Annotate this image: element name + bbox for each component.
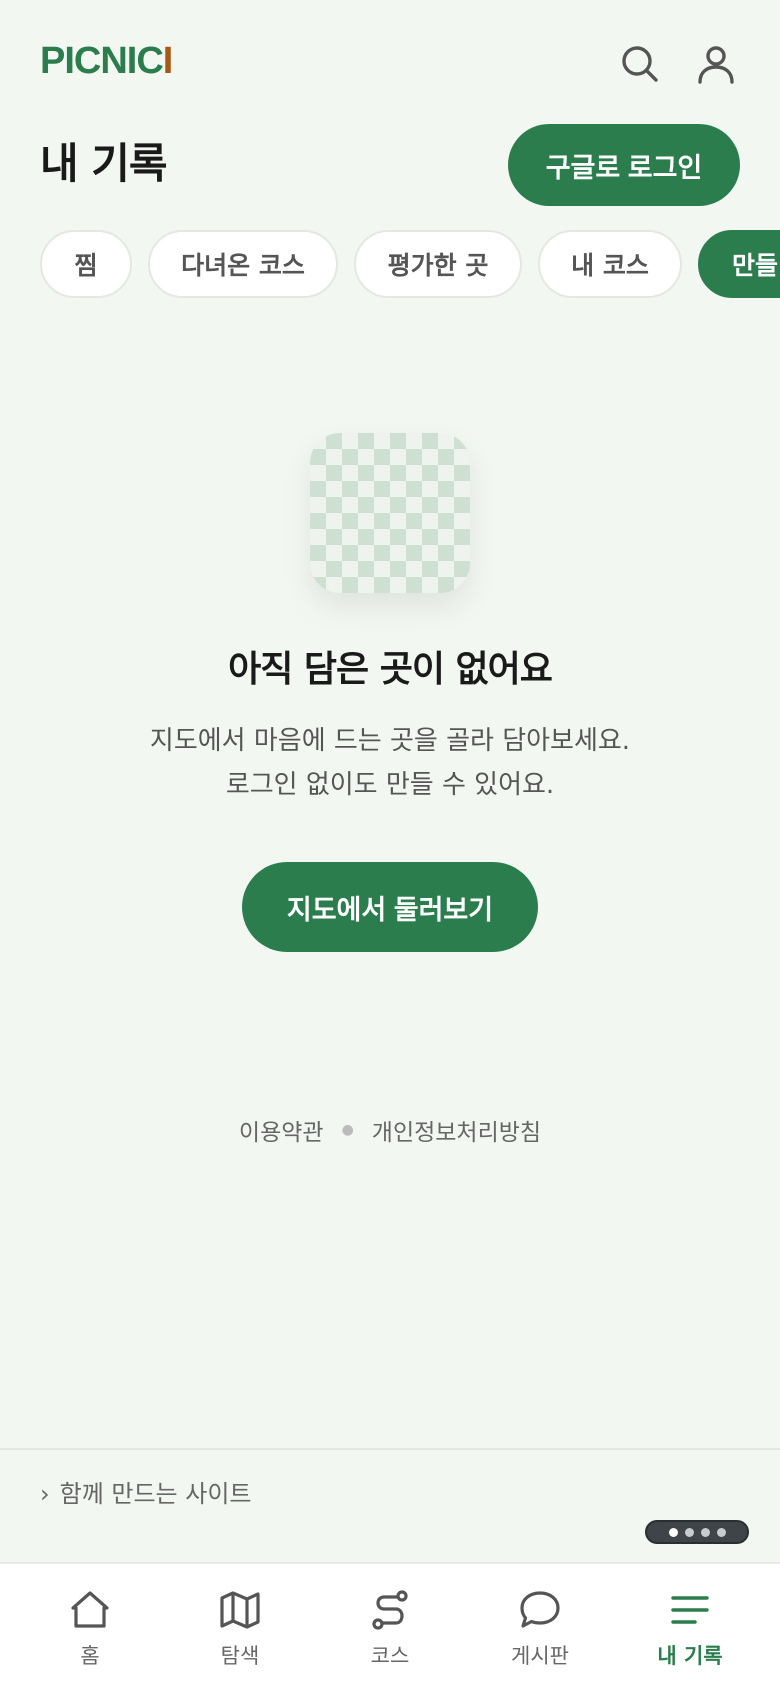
title-row: 내 기록 구글로 로그인 xyxy=(0,120,780,220)
app-logo[interactable]: PICNICI xyxy=(40,40,174,83)
route-icon xyxy=(372,1590,408,1630)
empty-placeholder-image xyxy=(310,433,470,593)
tab-my-courses[interactable]: 내 코스 xyxy=(538,230,682,298)
nav-course[interactable]: 코스 xyxy=(312,1564,468,1688)
page-indicator[interactable] xyxy=(645,1520,749,1544)
nav-board[interactable]: 게시판 xyxy=(462,1564,618,1688)
nav-home[interactable]: 홈 xyxy=(12,1564,168,1688)
tab-saved[interactable]: 찜 xyxy=(40,230,132,298)
chat-icon xyxy=(520,1591,560,1628)
bottom-navigation: 홈 탐색 코스 게시판 내 기록 xyxy=(0,1562,780,1688)
app-header: PICNICI xyxy=(0,0,780,120)
nav-label: 홈 xyxy=(80,1644,100,1668)
footer-links: 이용약관 ● 개인정보처리방침 xyxy=(0,1110,780,1150)
empty-state-description-1: 지도에서 마음에 드는 곳을 골라 담아보세요. xyxy=(149,726,631,756)
nav-label: 코스 xyxy=(370,1644,410,1668)
page-dot xyxy=(716,1527,726,1537)
profile-button[interactable] xyxy=(692,40,740,88)
tab-rated-places[interactable]: 평가한 곳 xyxy=(354,230,522,298)
tab-make[interactable]: 만들 xyxy=(698,230,780,298)
section-divider xyxy=(0,1448,780,1450)
link-separator: ● xyxy=(341,1122,354,1138)
page-dot xyxy=(668,1527,678,1537)
menu-icon xyxy=(671,1596,709,1624)
together-site-label: 함께 만드는 사이트 xyxy=(59,1480,252,1508)
nav-label: 게시판 xyxy=(511,1644,569,1668)
map-icon xyxy=(220,1591,260,1629)
explore-map-button[interactable]: 지도에서 둘러보기 xyxy=(242,862,538,952)
chevron-right-icon: › xyxy=(40,1480,50,1508)
page-dot xyxy=(700,1527,710,1537)
nav-explore[interactable]: 탐색 xyxy=(162,1564,318,1688)
search-button[interactable] xyxy=(616,40,664,88)
search-icon xyxy=(622,46,658,82)
tab-visited-courses[interactable]: 다녀온 코스 xyxy=(148,230,338,298)
user-icon xyxy=(698,46,734,84)
together-site-link[interactable]: › 함께 만드는 사이트 xyxy=(40,1474,252,1509)
privacy-link[interactable]: 개인정보처리방침 xyxy=(372,1113,541,1147)
terms-link[interactable]: 이용약관 xyxy=(239,1113,324,1147)
record-tabs: 찜 다녀온 코스 평가한 곳 내 코스 만들 xyxy=(0,230,780,298)
empty-state-description-2: 로그인 없이도 만들 수 있어요. xyxy=(225,770,555,800)
page-title: 내 기록 xyxy=(40,139,168,188)
empty-state-title: 아직 담은 곳이 없어요 xyxy=(228,649,553,690)
home-icon xyxy=(71,1591,109,1628)
nav-my-records[interactable]: 내 기록 xyxy=(612,1564,768,1688)
page-dot xyxy=(684,1527,694,1537)
nav-label: 탐색 xyxy=(220,1644,260,1668)
nav-label: 내 기록 xyxy=(657,1644,723,1668)
google-login-button[interactable]: 구글로 로그인 xyxy=(508,124,740,206)
logo-accent: I xyxy=(162,40,174,82)
logo-text: PICNIC xyxy=(40,40,164,82)
